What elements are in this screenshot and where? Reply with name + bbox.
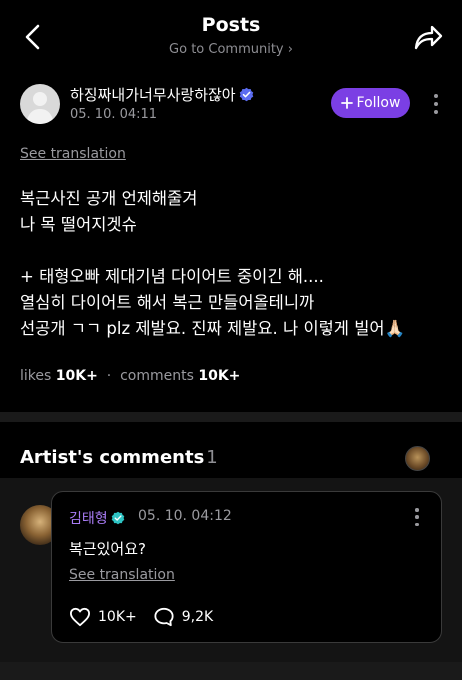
comments-count[interactable]: 10K+ bbox=[198, 368, 240, 384]
post-timestamp: 05. 10. 04:11 bbox=[70, 107, 158, 122]
artist-comments-count: 1 bbox=[206, 447, 218, 468]
artist-comment-card: 김태형 05. 10. 04:12 복근있어요? See translation… bbox=[51, 491, 442, 643]
post-body-line: 열심히 다이어트 해서 복근 만들어올테니까 bbox=[20, 293, 315, 312]
post-body-blank-line bbox=[20, 238, 450, 264]
speech-bubble-icon bbox=[154, 607, 174, 627]
bottom-divider bbox=[0, 662, 462, 680]
comments-label: comments bbox=[120, 368, 194, 384]
plus-icon bbox=[340, 97, 353, 109]
post-body-line: 선공개 ㄱㄱ plz 제발요. 진짜 제발요. 나 이렇게 빌어🙏🏻 bbox=[20, 319, 406, 338]
post-see-translation-link[interactable]: See translation bbox=[20, 146, 126, 162]
likes-count[interactable]: 10K+ bbox=[56, 368, 98, 384]
stats-separator: · bbox=[106, 368, 112, 384]
verified-badge-icon bbox=[239, 87, 253, 102]
post-more-options-icon[interactable] bbox=[430, 92, 442, 116]
post-body: 복근사진 공개 언제해줄겨 나 목 떨어지겟슈 + 태형오빠 제대기념 다이어트… bbox=[20, 186, 450, 342]
go-to-community-link[interactable]: Go to Community › bbox=[0, 42, 462, 57]
section-divider bbox=[0, 412, 462, 422]
verified-badge-icon bbox=[111, 511, 124, 525]
author-name[interactable]: 하징짜내가너무사랑하잖아 bbox=[70, 84, 254, 105]
comment-more-options-icon[interactable] bbox=[413, 508, 421, 526]
comment-like-button[interactable]: 10K+ bbox=[69, 607, 137, 627]
follow-button[interactable]: Follow bbox=[331, 88, 410, 118]
post-author-row: 하징짜내가너무사랑하잖아 05. 10. 04:11 Follow bbox=[20, 82, 450, 128]
comment-timestamp: 05. 10. 04:12 bbox=[138, 508, 232, 524]
follow-label: Follow bbox=[356, 95, 401, 111]
artist-thumbnail-avatar[interactable] bbox=[405, 446, 430, 471]
author-name-text: 하징짜내가너무사랑하잖아 bbox=[70, 86, 236, 104]
comment-reply-count: 9,2K bbox=[181, 609, 214, 625]
share-icon[interactable] bbox=[412, 22, 444, 52]
top-bar: Posts Go to Community › bbox=[0, 0, 462, 72]
commenter-name-text: 김태형 bbox=[69, 511, 108, 527]
artist-comments-heading: Artist's comments 1 bbox=[20, 447, 218, 468]
post-body-line: 나 목 떨어지겟슈 bbox=[20, 215, 137, 234]
comment-see-translation-link[interactable]: See translation bbox=[69, 567, 175, 583]
author-avatar[interactable] bbox=[20, 84, 60, 124]
artist-comments-title: Artist's comments bbox=[20, 447, 205, 468]
default-user-icon bbox=[26, 92, 54, 124]
comment-actions: 10K+ 9,2K bbox=[69, 606, 213, 628]
page-title: Posts bbox=[201, 14, 261, 36]
comment-reply-button[interactable]: 9,2K bbox=[153, 607, 213, 627]
likes-label: likes bbox=[20, 368, 52, 384]
heart-outline-icon bbox=[70, 607, 90, 627]
comment-text: 복근있어요? bbox=[69, 540, 146, 558]
post-body-line: + 태형오빠 제대기념 다이어트 중이긴 해.... bbox=[20, 267, 324, 286]
commenter-name[interactable]: 김태형 bbox=[69, 508, 125, 528]
post-stats: likes 10K+ · comments 10K+ bbox=[20, 368, 240, 384]
comment-like-count: 10K+ bbox=[98, 609, 137, 625]
post-body-line: 복근사진 공개 언제해줄겨 bbox=[20, 189, 198, 208]
